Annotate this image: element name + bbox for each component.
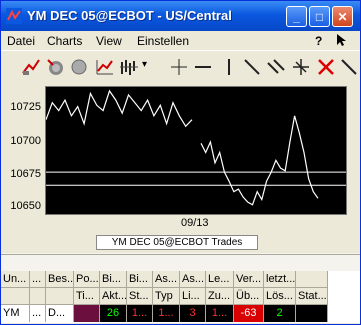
table-cell[interactable]: 3: [180, 305, 206, 322]
window-title: YM DEC 05@ECBOT - US/Central: [27, 8, 232, 23]
parallel-lines-icon[interactable]: [266, 57, 286, 77]
price-plot[interactable]: [45, 86, 347, 215]
table-cell[interactable]: 1...: [127, 305, 153, 322]
column-subheader[interactable]: Üb...: [234, 288, 264, 305]
table-cell[interactable]: D...: [46, 305, 74, 322]
x-tick-label: 09/13: [181, 217, 209, 229]
menu-einstellen[interactable]: Einstellen: [137, 34, 189, 48]
column-subheader[interactable]: Li...: [180, 288, 206, 305]
crosshair-icon[interactable]: [169, 57, 189, 77]
help-button[interactable]: ?: [315, 34, 322, 48]
y-tick-label: 10650: [10, 200, 41, 212]
y-tick-label: 10725: [10, 101, 41, 113]
pointer-help-icon[interactable]: [334, 33, 348, 47]
vertical-line-icon[interactable]: [219, 57, 239, 77]
column-header[interactable]: ...: [30, 271, 46, 288]
line-chart-icon[interactable]: [95, 57, 115, 77]
table-cell[interactable]: -63: [234, 305, 264, 322]
column-subheader[interactable]: [30, 288, 46, 305]
column-header[interactable]: Un...: [1, 271, 30, 288]
table-cell[interactable]: YM: [1, 305, 30, 322]
column-header[interactable]: letzt...: [264, 271, 296, 288]
table-cell[interactable]: 1...: [206, 305, 234, 322]
toolbar: ▾: [1, 50, 360, 82]
column-subheader[interactable]: Akt...: [100, 288, 127, 305]
y-tick-label: 10700: [10, 135, 41, 147]
maximize-button[interactable]: □: [309, 6, 330, 27]
column-header[interactable]: Bi...: [100, 271, 127, 288]
menu-charts[interactable]: Charts: [47, 34, 82, 48]
stopwatch-icon[interactable]: [45, 57, 65, 77]
table-cell[interactable]: [296, 305, 328, 322]
price-line-segment-1: [45, 89, 193, 128]
delete-drawing-icon[interactable]: [316, 57, 336, 77]
chevron-down-icon[interactable]: ▾: [142, 59, 147, 70]
column-subheader[interactable]: Zu...: [206, 288, 234, 305]
column-subheader[interactable]: St...: [127, 288, 153, 305]
column-subheader[interactable]: [1, 288, 30, 305]
table-cell[interactable]: 1...: [153, 305, 180, 322]
menu-bar: Datei Charts View Einstellen ?: [1, 31, 360, 50]
column-header[interactable]: Bi...: [127, 271, 153, 288]
column-subheader[interactable]: Lös...: [264, 288, 296, 305]
column-subheader[interactable]: Stat...: [296, 288, 328, 305]
app-window: YM DEC 05@ECBOT - US/Central _ □ ✕ Datei…: [0, 0, 361, 325]
app-logo-icon: [6, 8, 22, 24]
clock-icon[interactable]: [69, 57, 89, 77]
table-cell[interactable]: [74, 305, 100, 322]
column-subheader[interactable]: Ti...: [74, 288, 100, 305]
price-line-segment-2: [200, 115, 319, 206]
orders-grid: Un... YM...... Bes... D... Po... Ti... Bi... Ak…: [1, 271, 360, 323]
table-cell[interactable]: ...: [30, 305, 46, 322]
chart-edit-icon[interactable]: [21, 57, 41, 77]
chart-area: 10725 10700 10675 10650 09/13 YM DEC 05@…: [1, 81, 360, 253]
table-cell[interactable]: 2: [264, 305, 296, 322]
title-bar[interactable]: YM DEC 05@ECBOT - US/Central _ □ ✕: [1, 1, 360, 31]
draw-line-icon[interactable]: [339, 57, 359, 77]
column-header[interactable]: Bes...: [46, 271, 74, 288]
column-header[interactable]: Ver...: [234, 271, 264, 288]
column-subheader[interactable]: Typ: [153, 288, 180, 305]
menu-view[interactable]: View: [96, 34, 122, 48]
bar-chart-icon[interactable]: [119, 57, 139, 77]
minimize-button[interactable]: _: [286, 6, 307, 27]
horizontal-scrollbar[interactable]: [1, 253, 360, 271]
column-header[interactable]: Le...: [206, 271, 234, 288]
chart-legend[interactable]: YM DEC 05@ECBOT Trades: [96, 235, 258, 250]
column-subheader[interactable]: [46, 288, 74, 305]
move-icon[interactable]: [291, 57, 311, 77]
price-chart: [45, 89, 346, 206]
horizontal-line-icon[interactable]: [193, 57, 213, 77]
column-header[interactable]: As...: [180, 271, 206, 288]
column-header[interactable]: [296, 271, 328, 288]
column-header[interactable]: Po...: [74, 271, 100, 288]
menu-datei[interactable]: Datei: [7, 34, 35, 48]
y-tick-label: 10675: [10, 168, 41, 180]
table-cell[interactable]: 26: [100, 305, 127, 322]
column-header[interactable]: As...: [153, 271, 180, 288]
trend-line-icon[interactable]: [242, 57, 262, 77]
divider: [1, 254, 360, 255]
close-button[interactable]: ✕: [332, 6, 353, 27]
